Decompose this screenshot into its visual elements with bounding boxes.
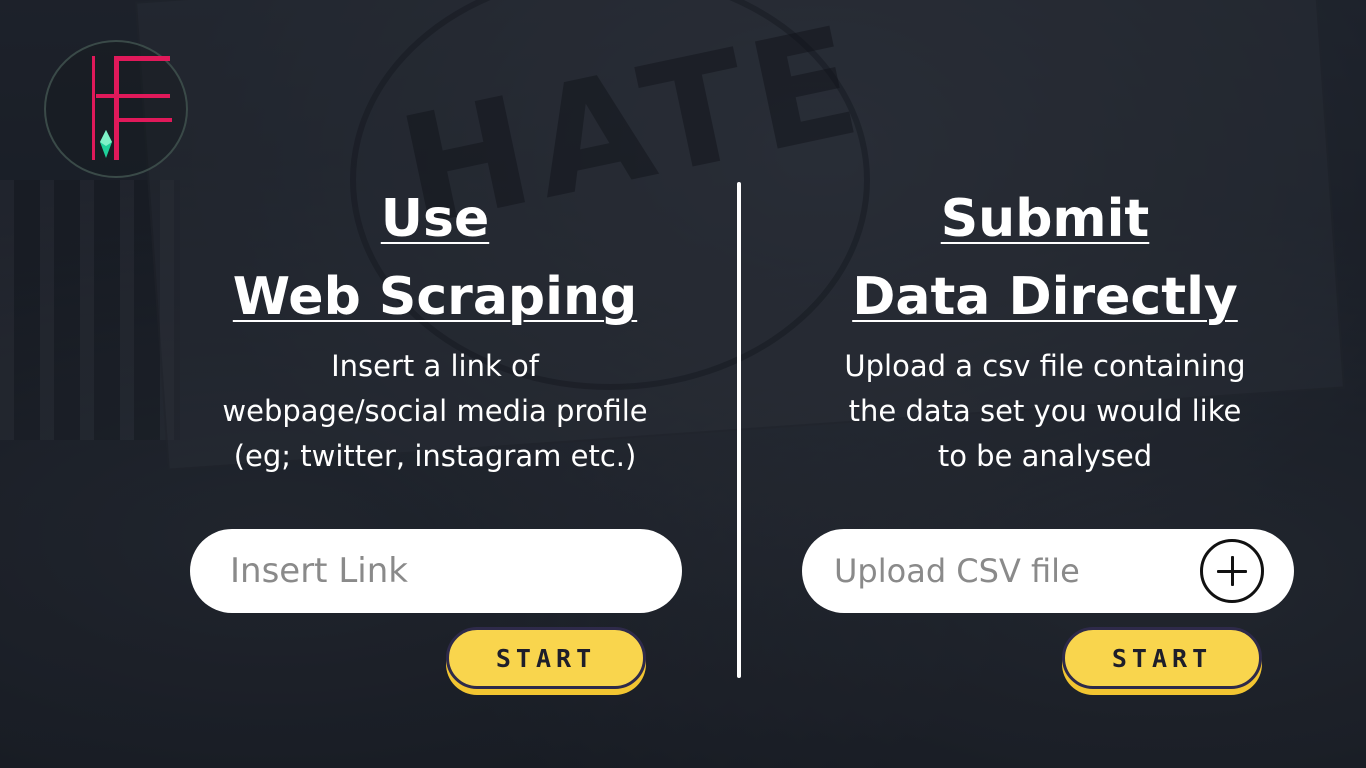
heading-line: Data Directly (852, 267, 1238, 327)
upload-csv-field[interactable] (802, 529, 1294, 613)
heading-line: Use (380, 189, 490, 249)
web-scraping-heading: Use Web Scraping (180, 180, 690, 336)
description-line: the data set you would like (848, 394, 1242, 428)
plus-circle-icon[interactable] (1200, 539, 1264, 603)
insert-link-field[interactable] (190, 529, 682, 613)
insert-link-input[interactable] (230, 551, 610, 591)
submit-data-description: Upload a csv file containing the data se… (790, 344, 1300, 479)
plus-bar-vertical (1230, 556, 1234, 586)
submit-data-start-button[interactable]: START (1062, 627, 1262, 689)
submit-data-panel: Submit Data Directly Upload a csv file c… (790, 180, 1300, 479)
description-line: webpage/social media profile (222, 394, 648, 428)
heading-line: Web Scraping (232, 267, 638, 327)
description-line: Insert a link of (331, 349, 539, 383)
hf-logo-icon[interactable] (44, 40, 188, 178)
web-scraping-start-button[interactable]: START (446, 627, 646, 689)
description-line: (eg; twitter, instagram etc.) (233, 439, 637, 473)
description-line: to be analysed (937, 439, 1153, 473)
upload-csv-input[interactable] (834, 552, 1174, 590)
web-scraping-panel: Use Web Scraping Insert a link of webpag… (180, 180, 690, 479)
submit-data-heading: Submit Data Directly (790, 180, 1300, 336)
vertical-divider (737, 182, 741, 678)
logo-mark (92, 56, 172, 160)
description-line: Upload a csv file containing (844, 349, 1246, 383)
heading-line: Submit (940, 189, 1150, 249)
web-scraping-description: Insert a link of webpage/social media pr… (180, 344, 690, 479)
